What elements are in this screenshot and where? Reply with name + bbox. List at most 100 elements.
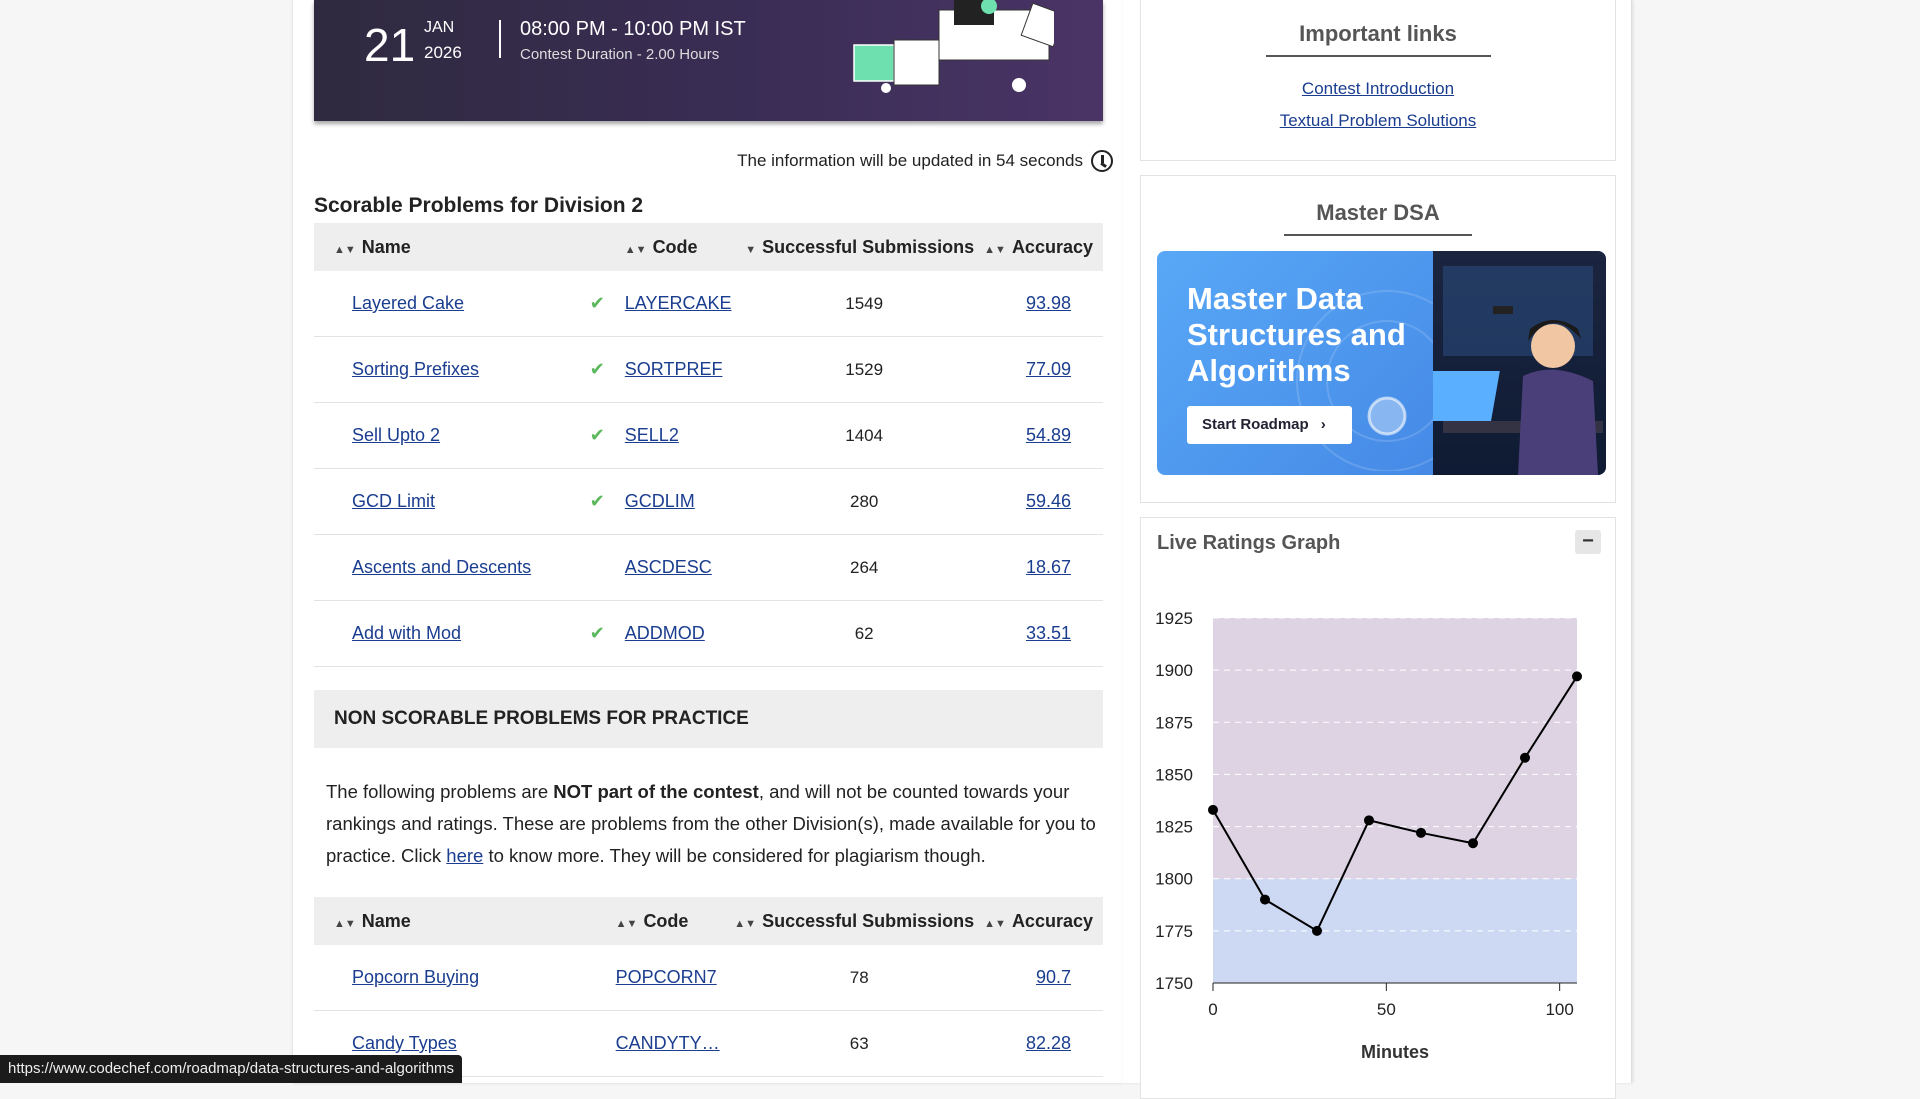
contest-banner: 21 JAN 2026 08:00 PM - 10:00 PM IST Cont… bbox=[314, 0, 1103, 121]
nonscorable-title: NON SCORABLE PROBLEMS FOR PRACTICE bbox=[314, 690, 1103, 748]
accuracy-cell: 82.28 bbox=[984, 1010, 1103, 1077]
accuracy-link[interactable]: 18.67 bbox=[1026, 557, 1071, 577]
banner-day: 21 bbox=[364, 19, 416, 71]
problem-name-link[interactable]: Sorting Prefixes bbox=[352, 359, 479, 379]
x-axis-label: Minutes bbox=[1361, 1042, 1429, 1062]
y-tick-label: 1800 bbox=[1155, 870, 1193, 889]
col-acc-label: Accuracy bbox=[1011, 236, 1093, 257]
promo-title: Master Data Structures and Algorithms bbox=[1187, 281, 1406, 388]
ratings-chart: 1750 1775 1800 1825 1850 1875 1900 1925 0 50 100 Mi… bbox=[1155, 609, 1582, 1062]
banner-separator bbox=[499, 20, 501, 58]
col-code-header[interactable]: ▲▼ Code bbox=[615, 897, 735, 945]
rating-point bbox=[1312, 925, 1322, 936]
accuracy-link[interactable]: 82.28 bbox=[1026, 1033, 1071, 1053]
submissions-cell: 78 bbox=[734, 945, 985, 1011]
accuracy-link[interactable]: 77.09 bbox=[1026, 359, 1071, 379]
col-name-header[interactable]: ▲▼ Name bbox=[314, 897, 616, 945]
problem-name-link[interactable]: Sell Upto 2 bbox=[352, 425, 440, 445]
problem-name-link[interactable]: Add with Mod bbox=[352, 623, 461, 643]
start-roadmap-button[interactable]: Start Roadmap › bbox=[1187, 406, 1352, 444]
problem-code-cell: POPCORN7 bbox=[615, 945, 735, 1011]
problem-name-link[interactable]: Ascents and Descents bbox=[352, 557, 531, 577]
banner-month: JAN bbox=[424, 19, 455, 36]
here-link[interactable]: here bbox=[446, 845, 483, 866]
update-text: The information will be updated in 54 se… bbox=[737, 151, 1083, 170]
accuracy-link[interactable]: 33.51 bbox=[1026, 623, 1071, 643]
nonscorable-description: The following problems are NOT part of t… bbox=[326, 776, 1096, 872]
y-tick-label: 1925 bbox=[1155, 609, 1193, 628]
accuracy-link[interactable]: 59.46 bbox=[1026, 491, 1071, 511]
submissions-cell: 264 bbox=[744, 534, 985, 601]
rating-point bbox=[1468, 838, 1478, 849]
problem-name-link[interactable]: GCD Limit bbox=[352, 491, 435, 511]
table-row: Ascents and Descents ASCDESC 264 18.67 bbox=[314, 534, 1103, 601]
submissions-cell: 62 bbox=[744, 600, 985, 667]
nonscorable-table: ▲▼ Name ▲▼ Code ▲▼ Successful Submissions ▲… bbox=[314, 897, 1103, 1077]
status-bar-url: https://www.codechef.com/roadmap/data-st… bbox=[0, 1055, 463, 1083]
master-dsa-promo[interactable]: Master Data Structures and Algorithms St… bbox=[1157, 251, 1606, 475]
problem-code-link[interactable]: ADDMOD bbox=[625, 623, 705, 643]
important-links-list: Contest Introduction Textual Problem Sol… bbox=[1141, 79, 1615, 131]
accuracy-link[interactable]: 93.98 bbox=[1026, 293, 1071, 313]
problem-code-cell: ASCDESC bbox=[624, 534, 745, 601]
problem-name-link[interactable]: Layered Cake bbox=[352, 293, 464, 313]
solved-check-icon: ✔ bbox=[589, 425, 605, 445]
problem-code-link[interactable]: GCDLIM bbox=[625, 491, 695, 511]
rating-point bbox=[1572, 671, 1582, 682]
textual-solutions-link[interactable]: Textual Problem Solutions bbox=[1141, 111, 1615, 131]
table-row: GCD Limit ✔ GCDLIM 280 59.46 bbox=[314, 468, 1103, 535]
problem-name-cell: Popcorn Buying bbox=[314, 945, 616, 1011]
col-subs-header[interactable]: ▼ Successful Submissions bbox=[744, 223, 985, 271]
submissions-cell: 63 bbox=[734, 1010, 985, 1077]
solved-check-icon: ✔ bbox=[589, 359, 605, 379]
accuracy-cell: 59.46 bbox=[984, 468, 1103, 535]
upper-rating-band bbox=[1213, 618, 1577, 879]
accuracy-link[interactable]: 54.89 bbox=[1026, 425, 1071, 445]
problem-code-link[interactable]: SORTPREF bbox=[625, 359, 723, 379]
rating-point bbox=[1520, 752, 1530, 763]
accuracy-link[interactable]: 90.7 bbox=[1036, 967, 1071, 987]
problem-code-link[interactable]: ASCDESC bbox=[625, 557, 712, 577]
accuracy-cell: 54.89 bbox=[984, 402, 1103, 469]
sidebar: Important links Contest Introduction Tex… bbox=[1123, 0, 1632, 1099]
problem-code-link[interactable]: LAYERCAKE bbox=[625, 293, 732, 313]
col-subs-label: Successful Submissions bbox=[762, 910, 975, 931]
problem-code-cell: CANDYTY… bbox=[615, 1010, 735, 1077]
table-row: Sorting Prefixes ✔ SORTPREF 1529 77.09 bbox=[314, 336, 1103, 403]
table-row: Sell Upto 2 ✔ SELL2 1404 54.89 bbox=[314, 402, 1103, 469]
col-name-header[interactable]: ▲▼ Name bbox=[314, 223, 625, 271]
sort-icon: ▲▼ bbox=[734, 917, 757, 930]
sort-desc-icon: ▼ bbox=[745, 243, 757, 256]
collapse-button[interactable]: − bbox=[1575, 530, 1601, 554]
desc-text: to know more. They will be considered fo… bbox=[483, 845, 986, 866]
y-tick-label: 1875 bbox=[1155, 713, 1193, 732]
col-acc-label: Accuracy bbox=[1011, 910, 1093, 931]
accuracy-cell: 33.51 bbox=[984, 600, 1103, 667]
contest-introduction-link[interactable]: Contest Introduction bbox=[1141, 79, 1615, 99]
x-tick-label: 50 bbox=[1377, 1000, 1396, 1019]
col-acc-header[interactable]: ▲▼ Accuracy bbox=[984, 897, 1103, 945]
problem-name-cell: Add with Mod ✔ bbox=[314, 600, 625, 667]
sort-icon: ▲▼ bbox=[984, 243, 1006, 256]
problem-name-cell: Layered Cake ✔ bbox=[314, 271, 625, 337]
col-subs-label: Successful Submissions bbox=[762, 236, 975, 257]
ratings-graph-title: Live Ratings Graph bbox=[1157, 532, 1341, 554]
accuracy-cell: 90.7 bbox=[984, 945, 1103, 1011]
accuracy-cell: 77.09 bbox=[984, 336, 1103, 403]
problem-code-link[interactable]: CANDYTY… bbox=[616, 1033, 720, 1053]
master-dsa-title: Master DSA bbox=[1316, 200, 1440, 225]
problem-name-link[interactable]: Popcorn Buying bbox=[352, 967, 479, 987]
problem-name-link[interactable]: Candy Types bbox=[352, 1033, 457, 1053]
problem-code-link[interactable]: POPCORN7 bbox=[616, 967, 717, 987]
col-code-header[interactable]: ▲▼ Code bbox=[624, 223, 745, 271]
submissions-cell: 1549 bbox=[744, 271, 985, 337]
start-roadmap-label: Start Roadmap bbox=[1202, 416, 1309, 433]
col-subs-header[interactable]: ▲▼ Successful Submissions bbox=[734, 897, 985, 945]
col-code-label: Code bbox=[652, 236, 698, 257]
y-tick-label: 1850 bbox=[1155, 765, 1193, 784]
problem-code-link[interactable]: SELL2 bbox=[625, 425, 679, 445]
problem-code-cell: GCDLIM bbox=[624, 468, 745, 535]
sort-icon: ▲▼ bbox=[624, 243, 647, 256]
col-acc-header[interactable]: ▲▼ Accuracy bbox=[984, 223, 1103, 271]
master-dsa-card: Master DSA Master Data Structures and Al… bbox=[1140, 175, 1616, 503]
